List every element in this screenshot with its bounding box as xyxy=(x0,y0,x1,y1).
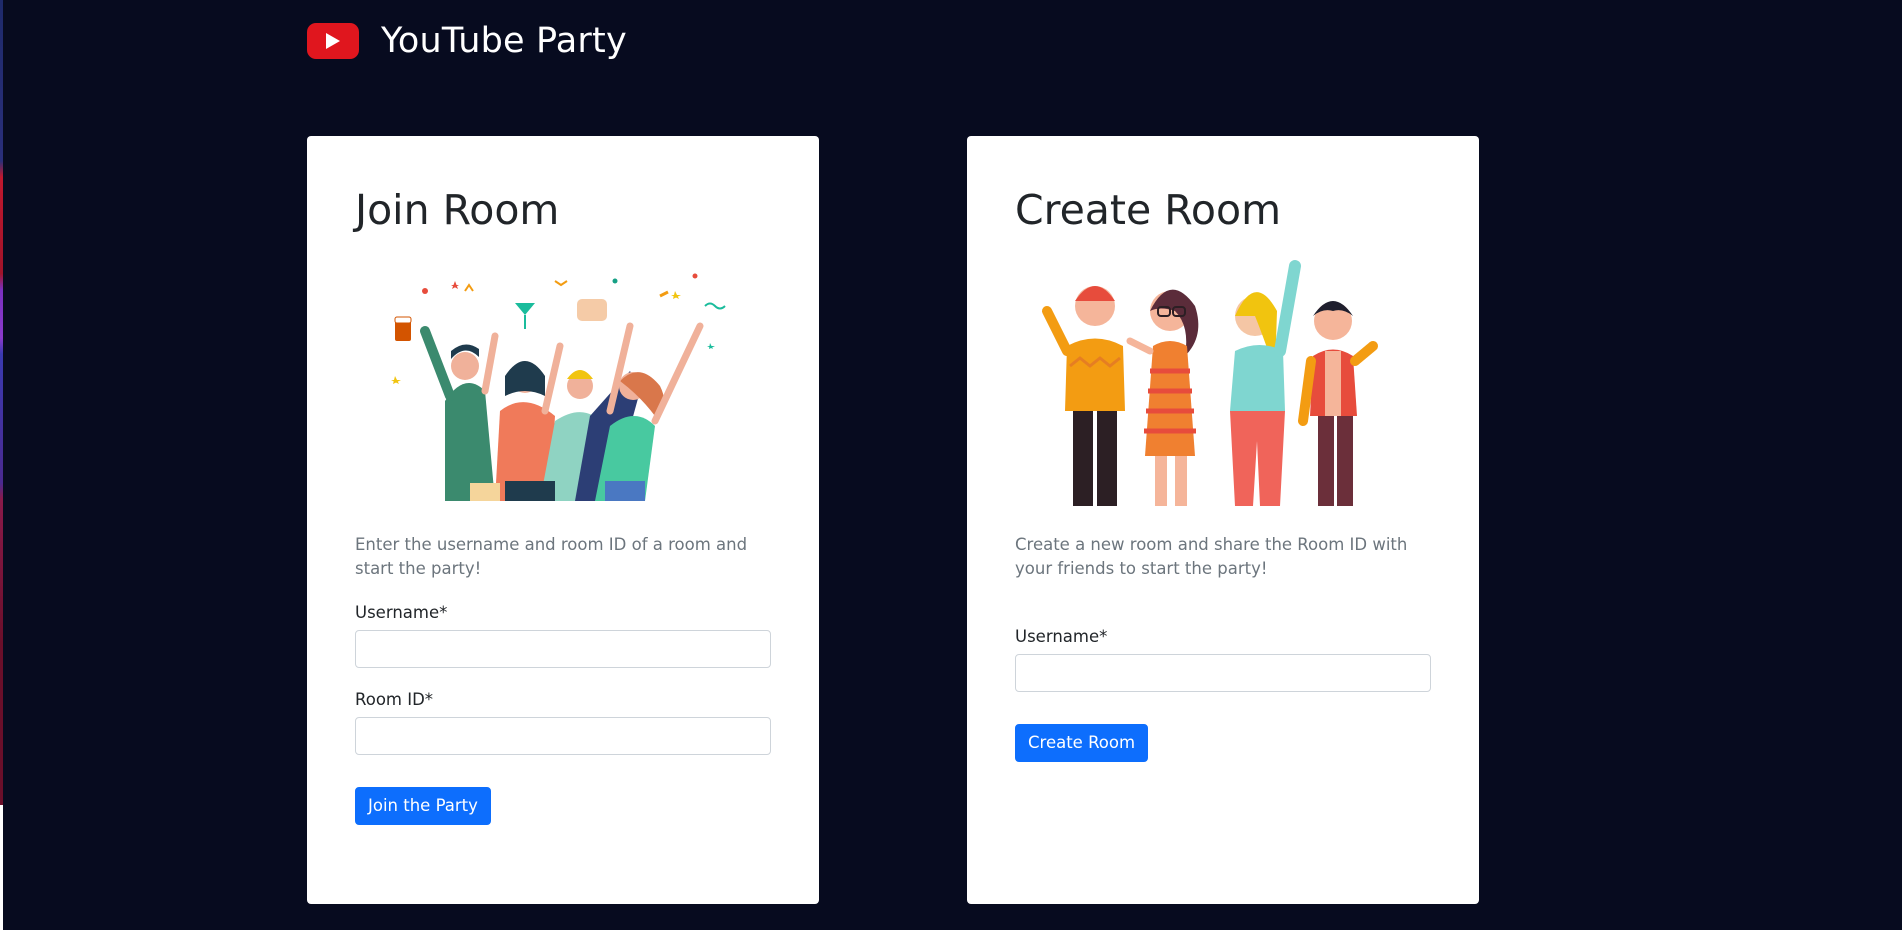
join-room-description: Enter the username and room ID of a room… xyxy=(355,535,748,579)
join-username-input[interactable] xyxy=(355,630,771,669)
party-crowd-illustration xyxy=(391,273,726,502)
room-id-input[interactable] xyxy=(355,717,771,756)
join-room-card: Join Room Enter the username and room ID… xyxy=(307,136,819,904)
left-edge-strip xyxy=(0,0,3,805)
create-room-button[interactable]: Create Room xyxy=(1015,724,1149,763)
create-room-card: Create Room Create a new room and share … xyxy=(967,136,1479,904)
create-username-input[interactable] xyxy=(1015,654,1431,693)
room-id-label: Room ID* xyxy=(355,690,434,710)
create-username-label: Username* xyxy=(1015,627,1108,647)
username-label: Username* xyxy=(355,603,448,623)
youtube-play-icon xyxy=(307,23,359,59)
app-header: YouTube Party xyxy=(307,19,627,63)
join-room-title: Join Room xyxy=(355,186,560,234)
join-party-button[interactable]: Join the Party xyxy=(355,787,491,826)
create-room-description: Create a new room and share the Room ID … xyxy=(1015,535,1408,579)
left-edge-white xyxy=(0,805,3,930)
app-title: YouTube Party xyxy=(381,21,627,61)
create-room-title: Create Room xyxy=(1015,186,1282,234)
friends-waving-illustration xyxy=(1042,260,1378,507)
